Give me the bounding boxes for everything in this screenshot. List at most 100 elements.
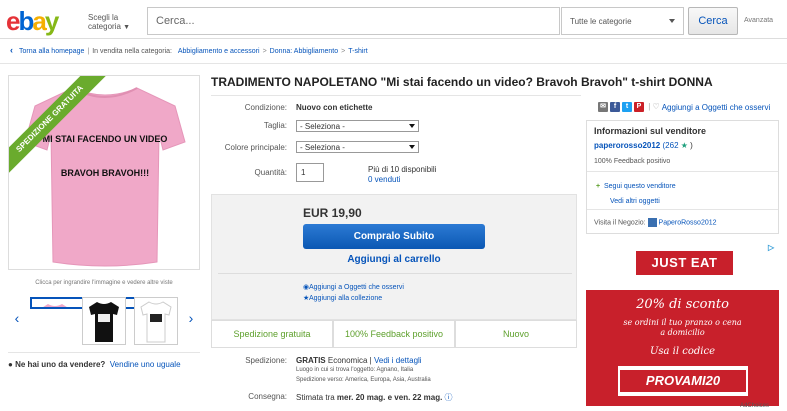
add-to-watchlist-link[interactable]: ◉Aggiungi a Oggetti che osservi [303,283,404,291]
divider [0,63,787,64]
shipping-info: GRATIS Economica | Vedi i dettagli [296,356,422,365]
breadcrumb-item-tshirt[interactable]: T-shirt [348,48,367,55]
chevron-down-icon: ▼ [123,24,131,31]
seller-name-link[interactable]: paperorosso2012 [594,141,660,150]
quantity-label: Quantità: [254,168,287,177]
ad-line-1: se ordini il tuo pranzo o cena [623,318,742,327]
shirt-print-text-1: MI STAI FACENDO UN VIDEO [43,134,168,144]
chevron-right-icon[interactable]: › [184,310,198,326]
email-icon[interactable]: ✉ [598,102,608,112]
breadcrumb-item-donna[interactable]: Donna: Abbigliamento [270,48,339,55]
image-caption: Clicca per ingrandire l'immagine e veder… [35,280,173,286]
divider [218,273,572,274]
separator: | [648,102,651,112]
search-input[interactable]: Cerca... [147,7,560,35]
add-to-cart-button[interactable]: Aggiungi al carrello [303,254,485,265]
star-icon: ★ [680,141,688,150]
chevron-down-icon [409,124,415,128]
category-select[interactable]: Tutte le categorie [561,7,684,35]
condition-label: Condizione: [244,103,287,112]
divider [0,38,787,39]
just-eat-ad[interactable]: ▷ JUST EAT 20% di sconto se ordini il tu… [586,242,779,406]
thumbnail-black[interactable] [82,297,126,345]
search-button[interactable]: Cerca [688,7,738,35]
seller-store: Visita il Negozio: PaperoRosso2012 [594,218,717,227]
pinterest-icon[interactable]: P [634,102,644,112]
info-icon[interactable]: ⓘ [445,393,453,402]
shipping-details-link[interactable]: Vedi i dettagli [374,356,422,365]
tshirt-icon [89,302,119,342]
delivery-label: Consegna: [248,392,287,401]
store-icon [647,218,657,227]
tshirt-image: MI STAI FACENDO UN VIDEO BRAVOH BRAVOH!!… [24,87,186,267]
thumbnail-strip: ‹ › [8,297,200,345]
seller-info-title: Informazioni sul venditore [594,126,707,136]
feedback-score-link[interactable]: (262 [663,141,679,150]
main-product-image[interactable]: MI STAI FACENDO UN VIDEO BRAVOH BRAVOH!!… [8,75,200,270]
adchoices-icon[interactable]: ▷ [768,243,778,253]
breadcrumb-item-abbigliamento[interactable]: Abbigliamento e accessori [178,48,260,55]
chevron-down-icon [669,19,675,23]
ad-line-2: a domicilio [660,328,705,337]
ships-to: Spedizione verso: America, Europa, Asia,… [296,377,431,383]
pin-icon: ● [8,360,13,369]
shirt-print-text-2: BRAVOH BRAVOH!!! [61,168,149,178]
follow-seller-link[interactable]: + Segui questo venditore [596,183,676,190]
size-select[interactable]: - Seleziona - [296,120,419,132]
divider [8,352,200,353]
divider [587,209,778,210]
tshirt-icon [43,304,67,307]
plus-icon: + [596,183,601,190]
back-to-home-link[interactable]: Torna alla homepage [19,48,84,55]
seller-name-row: paperorosso2012 (262 ★ ) [594,141,693,150]
add-to-collection-link[interactable]: ★Aggiungi alla collezione [303,294,382,302]
breadcrumb: ‹ Torna alla homepage | In vendita nella ca… [10,45,368,55]
buy-now-button[interactable]: Compralo Subito [303,224,485,249]
store-link[interactable]: PaperoRosso2012 [659,219,717,226]
ad-promo-code-box: PROVAMI20 [618,366,748,396]
sell-one-like-this: ● Ne hai uno da vendere? Vendine uno ugu… [8,360,181,369]
add-to-watchlist-link-top[interactable]: Aggiungi a Oggetti che osservi [662,103,771,112]
sell-one-like-this-link[interactable]: Vendine uno uguale [110,360,181,369]
price: EUR 19,90 [303,206,362,220]
listed-in-label: In vendita nella categoria: [92,48,172,55]
feature-positive-feedback: 100% Feedback positivo [333,320,455,348]
divider [587,171,778,172]
tshirt-icon [140,301,172,343]
seller-feedback: 100% Feedback positivo [594,158,671,165]
facebook-icon[interactable]: f [610,102,620,112]
adchoices-label[interactable]: AdChoices [740,403,769,409]
choose-category-dropdown[interactable]: Scegli la categoria ▼ [88,13,138,32]
quantity-input[interactable]: 1 [296,163,324,182]
chevron-left-icon: ‹ [10,45,13,55]
color-label: Colore principale: [224,143,287,152]
color-select[interactable]: - Seleziona - [296,141,419,153]
ad-use-code: Usa il codice [649,346,715,357]
size-label: Taglia: [263,121,287,130]
shipping-label: Spedizione: [245,356,287,365]
condition-value: Nuovo con etichette [296,103,373,112]
see-other-items-link[interactable]: Vedi altri oggetti [610,198,660,205]
availability-text: Più di 10 disponibili [368,165,437,174]
thumbnail-white[interactable] [134,297,178,345]
twitter-icon[interactable]: t [622,102,632,112]
ad-brand-logo: JUST EAT [636,251,733,275]
chevron-left-icon[interactable]: ‹ [10,310,24,326]
buy-box: EUR 19,90 Compralo Subito Aggiungi al ca… [211,194,577,320]
sell-question: Ne hai uno da vendere? [15,360,106,369]
item-location: Luogo in cui si trova l'oggetto: Agnano,… [296,367,414,373]
item-title: TRADIMENTO NAPOLETANO "Mi stai facendo u… [211,75,713,89]
share-row: ✉ f t P | ♡ Aggiungi a Oggetti che osservi [598,102,770,114]
ad-discount: 20% di sconto [636,297,729,312]
feature-free-shipping: Spedizione gratuita [211,320,333,348]
chevron-down-icon [409,145,415,149]
sold-count-link[interactable]: 0 venduti [368,175,400,184]
heart-icon: ♡ [652,102,660,112]
delivery-estimate: Stimata tra mer. 20 mag. e ven. 22 mag. … [296,393,453,402]
seller-info-box: Informazioni sul venditore paperorosso20… [586,120,779,234]
ebay-logo[interactable]: ebay [6,6,59,36]
ad-promo-code: PROVAMI20 [620,370,746,392]
feature-new: Nuovo [455,320,577,348]
advanced-search-link[interactable]: Avanzata [744,17,773,24]
divider [211,95,581,96]
